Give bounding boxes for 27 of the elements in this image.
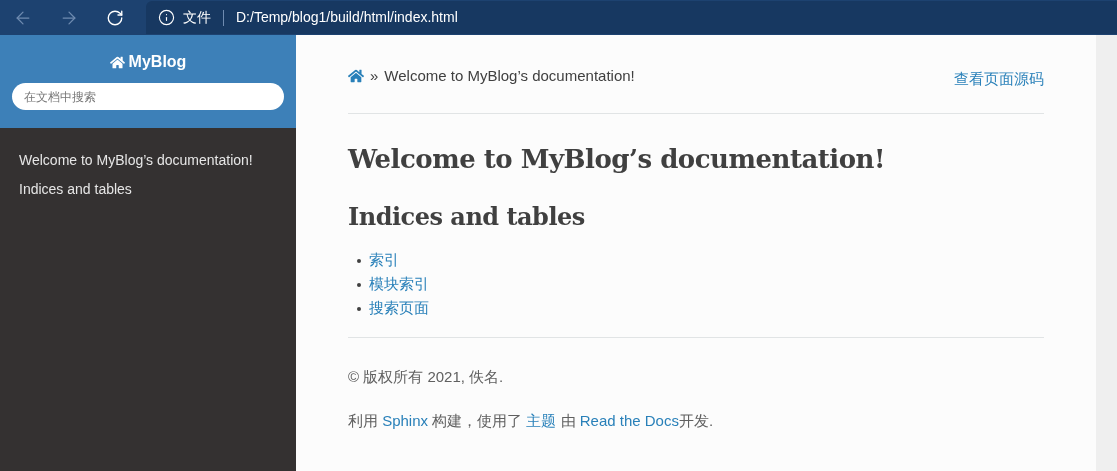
home-icon [109,54,125,70]
index-link[interactable]: 模块索引 [369,273,429,296]
project-link[interactable]: MyBlog [109,50,187,74]
home-icon[interactable] [348,68,364,85]
index-link[interactable]: 索引 [369,249,399,272]
reload-icon [106,8,124,27]
security-label: 文件 [183,8,211,27]
info-icon[interactable] [158,9,175,26]
view-source-link[interactable]: 查看页面源码 [954,68,1044,91]
breadcrumb-separator: » [370,66,379,86]
page-title: Welcome to MyBlog’s documentation! [348,142,886,176]
footer-link[interactable]: Read the Docs [579,412,679,429]
index-link[interactable]: 搜索页面 [369,297,429,320]
address-bar[interactable]: 文件 D:/Temp/blog1/build/html/index.html [146,1,1117,34]
bullet-icon [357,282,361,287]
footer-link[interactable]: 主题 [526,412,557,429]
search-field[interactable]: 在文档中搜索 [12,83,284,110]
bullet-icon [357,306,361,311]
sidebar-item[interactable]: Welcome to MyBlog’s documentation! [0,146,296,175]
copyright-text: © 版权所有 2021, 佚名. [348,366,505,387]
footer-link[interactable]: Sphinx [382,412,429,429]
bullet-icon [357,258,361,263]
url-text: D:/Temp/blog1/build/html/index.html [236,8,458,27]
section-heading: Indices and tables [348,200,586,233]
breadcrumb-current: Welcome to MyBlog’s documentation! [384,66,635,86]
sidebar-item[interactable]: Indices and tables [0,175,296,204]
footer-credit: 利用 Sphinx 构建，使用了 主题 由 Read the Docs开发. [348,411,715,431]
